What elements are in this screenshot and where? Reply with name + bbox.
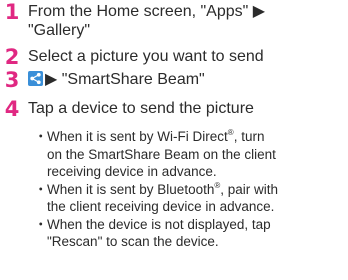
share-icon [28,71,43,86]
note-list: ・ When it is sent by Wi-Fi Direct®, turn… [34,128,346,251]
bullet-dot: ・ [34,181,48,197]
note-item: ・ When it is sent by Wi-Fi Direct®, turn… [34,128,346,181]
note-line: receiving device in advance. [47,164,217,179]
bullet-dot: ・ [34,129,48,144]
step-text: Tap a device to send the picture [28,100,254,117]
step-text-label: ▶ "SmartShare Beam" [45,71,205,88]
step-number: 1 [4,0,20,24]
instruction-page: 1 From the Home screen, "Apps" ▶ "Galler… [0,0,348,280]
step-text-line: From the Home screen, "Apps" ▶ [28,3,266,20]
step-number: 4 [4,97,20,121]
note-line: the client receiving device in advance. [47,199,275,214]
step-4: 4 Tap a device to send the picture [4,99,344,121]
note-item: ・ When it is sent by Bluetooth®, pair wi… [34,181,346,216]
note-line: When it is sent by Bluetooth®, pair with [47,180,279,197]
note-line: When it is sent by Wi-Fi Direct®, turn [47,128,265,145]
step-text: Select a picture you want to send [28,48,264,65]
note-line: on the SmartShare Beam on the client [47,146,276,162]
step-number: 3 [4,68,20,92]
step-number: 2 [4,45,20,69]
note-item: ・ When the device is not displayed, tap … [34,216,346,251]
step-2: 2 Select a picture you want to send [4,47,344,69]
step-3: 3 ▶ "SmartShare Beam" [4,70,344,92]
step-text-line: "Gallery" [28,22,91,39]
note-line: "Rescan" to scan the device. [47,234,219,249]
note-line: When the device is not displayed, tap [47,216,271,232]
step-text: ▶ "SmartShare Beam" [28,70,346,89]
step-text: From the Home screen, "Apps" ▶ "Gallery" [28,2,346,40]
bullet-dot: ・ [34,216,48,232]
step-1: 1 From the Home screen, "Apps" ▶ "Galler… [4,2,344,42]
